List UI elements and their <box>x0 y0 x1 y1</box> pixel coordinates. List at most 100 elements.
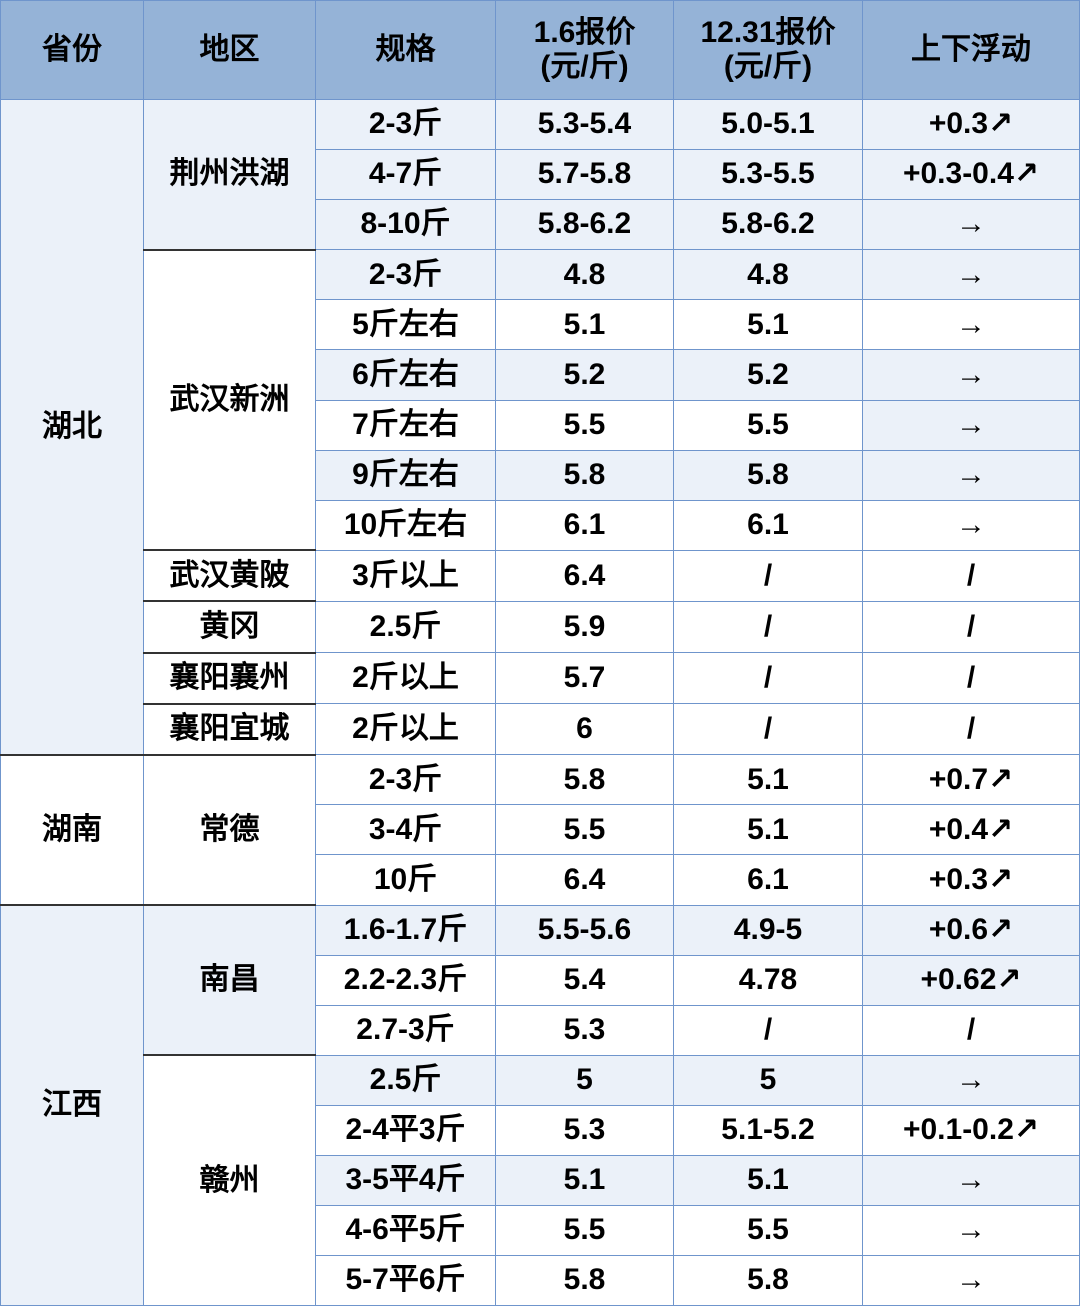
province-cell: 湖北 <box>0 98 144 756</box>
spec-cell: 2-3斤 <box>315 754 496 806</box>
province-cell: 江西 <box>0 904 144 1307</box>
table-row: 襄阳宜城 2斤以上 6// <box>1 702 1080 756</box>
table-row: 赣州 2.5斤 5 5 → <box>1 1054 1080 1307</box>
spec-cell: 2-3斤 <box>315 98 496 151</box>
change-cell: / <box>862 703 1080 756</box>
header-price-jan6: 1.6报价 (元/斤) <box>495 0 674 100</box>
spec-cell: 2斤以上 <box>315 703 496 756</box>
price-jan6-cell: 5.7 <box>495 652 674 705</box>
price-dec31-cell: 5 <box>673 1054 863 1106</box>
price-jan6-cell: 5.8-6.2 <box>495 199 674 251</box>
table-row: 湖南 常德 2-3斤 5.8 5.1 +0.7↗ <box>0 753 1080 906</box>
price-dec31-cell: 5.3-5.5 <box>673 149 863 201</box>
spec-cell: 2.5斤 <box>315 600 496 654</box>
price-dec31-cell: 4.8 <box>673 249 863 301</box>
price-jan6-cell: 5 <box>495 1054 674 1106</box>
price-dec31-cell: 5.1-5.2 <box>673 1104 863 1156</box>
price-jan6-cell: 5.8 <box>495 754 674 806</box>
region-cell: 常德 <box>143 753 316 906</box>
header-price-dec31: 12.31报价 (元/斤) <box>673 0 863 100</box>
spec-cell: 2.5斤 <box>315 1054 496 1106</box>
price-dec31-cell: 5.2 <box>673 349 863 401</box>
price-dec31-cell: / <box>673 549 863 602</box>
spec-cell: 1.6-1.7斤 <box>315 904 496 956</box>
change-cell: +0.3↗ <box>862 854 1080 906</box>
region-cell: 武汉新洲 <box>143 248 316 551</box>
price-jan6-cell: 5.1 <box>495 1154 674 1207</box>
price-jan6-cell: 6 <box>495 703 674 756</box>
change-cell: → <box>862 1255 1080 1307</box>
price-dec31-cell: 6.1 <box>673 854 863 906</box>
region-cell: 武汉黄陂 <box>143 549 316 602</box>
spec-cell: 2斤以上 <box>315 652 496 705</box>
change-cell: +0.1-0.2↗ <box>862 1104 1080 1156</box>
price-table: 省份 地区 规格 1.6报价 (元/斤) 12.31报价 (元/斤) 上下浮动 … <box>0 0 1080 1307</box>
price-jan6-cell: 5.8 <box>495 1255 674 1307</box>
header-change: 上下浮动 <box>862 0 1080 100</box>
spec-cell: 2.2-2.3斤 <box>315 954 496 1006</box>
header-row: 省份 地区 规格 1.6报价 (元/斤) 12.31报价 (元/斤) 上下浮动 <box>0 0 1080 100</box>
change-cell: → <box>862 249 1080 301</box>
price-jan6-cell: 5.5 <box>495 804 674 856</box>
change-cell: +0.3↗ <box>862 98 1080 151</box>
price-dec31-cell: 5.1 <box>673 804 863 856</box>
change-cell: / <box>862 652 1080 705</box>
price-jan6-cell: 5.2 <box>495 349 674 401</box>
price-jan6-cell: 5.3 <box>495 1004 674 1056</box>
header-spec: 规格 <box>315 0 496 100</box>
spec-cell: 3-4斤 <box>315 804 496 856</box>
change-cell: +0.62↗ <box>862 954 1080 1006</box>
spec-cell: 2-4平3斤 <box>315 1104 496 1156</box>
price-dec31-cell: 5.1 <box>673 754 863 806</box>
price-dec31-cell: 5.0-5.1 <box>673 98 863 151</box>
change-cell: / <box>862 600 1080 654</box>
price-jan6-cell: 5.4 <box>495 954 674 1006</box>
price-jan6-cell: 5.3-5.4 <box>495 98 674 151</box>
header-region: 地区 <box>143 0 316 100</box>
price-jan6-cell: 5.5 <box>495 1205 674 1257</box>
spec-cell: 6斤左右 <box>315 349 496 401</box>
spec-cell: 2.7-3斤 <box>315 1004 496 1056</box>
change-cell: / <box>862 549 1080 602</box>
region-cell: 襄阳襄州 <box>143 651 316 705</box>
change-cell: → <box>862 399 1080 451</box>
spec-cell: 10斤 <box>315 854 496 906</box>
change-cell: +0.6↗ <box>862 904 1080 956</box>
change-cell: → <box>862 499 1080 551</box>
change-cell: → <box>862 299 1080 351</box>
spec-cell: 3-5平4斤 <box>315 1154 496 1207</box>
spec-cell: 2-3斤 <box>315 249 496 301</box>
spec-cell: 9斤左右 <box>315 449 496 501</box>
price-dec31-cell: 5.8 <box>673 1255 863 1307</box>
region-cell: 荆州洪湖 <box>143 98 316 251</box>
price-dec31-cell: 5.1 <box>673 299 863 351</box>
region-cell: 黄冈 <box>143 600 316 654</box>
spec-cell: 10斤左右 <box>315 499 496 551</box>
region-cell: 襄阳宜城 <box>143 702 316 756</box>
spec-cell: 7斤左右 <box>315 399 496 451</box>
price-jan6-cell: 5.3 <box>495 1104 674 1156</box>
table-row: 湖北 荆州洪湖 2-3斤 5.3-5.4 5.0-5.1 +0.3↗ <box>0 98 1080 756</box>
price-dec31-cell: 5.5 <box>673 1205 863 1257</box>
price-jan6-cell: 4.8 <box>495 249 674 301</box>
price-dec31-cell: 5.1 <box>673 1154 863 1207</box>
table-row: 襄阳襄州 2斤以上 5.7// <box>1 651 1080 705</box>
change-cell: → <box>862 1154 1080 1207</box>
spec-cell: 4-6平5斤 <box>315 1205 496 1257</box>
table-row: 武汉黄陂 3斤以上 6.4// <box>1 549 1080 602</box>
price-jan6-cell: 5.9 <box>495 600 674 654</box>
price-dec31-cell: 5.8 <box>673 449 863 501</box>
region-cell: 南昌 <box>143 903 316 1056</box>
price-dec31-cell: / <box>673 1004 863 1056</box>
change-cell: → <box>862 1054 1080 1106</box>
change-cell: / <box>862 1004 1080 1056</box>
price-jan6-cell: 5.8 <box>495 449 674 501</box>
price-dec31-cell: 5.5 <box>673 399 863 451</box>
price-jan6-cell: 5.1 <box>495 299 674 351</box>
table-body: 湖北 荆州洪湖 2-3斤 5.3-5.4 5.0-5.1 +0.3↗ 4-7斤 5.7-5.8… <box>0 98 1080 1307</box>
price-jan6-cell: 6.4 <box>495 549 674 602</box>
price-jan6-cell: 5.5 <box>495 399 674 451</box>
header-province: 省份 <box>0 0 144 100</box>
table-row: 江西 南昌 1.6-1.7斤 5.5-5.6 4.9-5 +0.6↗ <box>0 903 1080 1307</box>
spec-cell: 5斤左右 <box>315 299 496 351</box>
